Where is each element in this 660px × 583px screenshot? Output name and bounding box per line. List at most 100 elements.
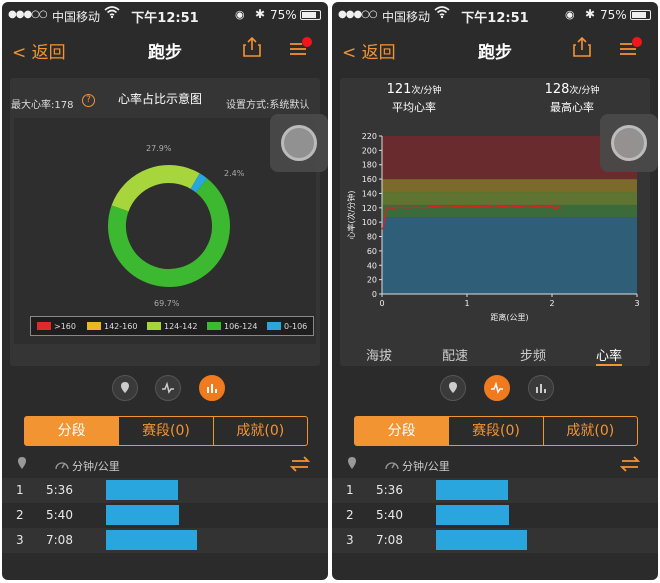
x-tick-label: 0 <box>379 299 384 308</box>
status-bar: ●●●○○ 中国移动 下午12:51 ◉ ✱ 75% <box>332 2 658 30</box>
sort-swap-icon[interactable] <box>288 456 312 472</box>
pace-bar <box>106 480 178 500</box>
right-screen: ●●●○○ 中国移动 下午12:51 ◉ ✱ 75% < 返回 跑步 121次/… <box>332 2 658 580</box>
y-tick-label: 200 <box>362 146 377 155</box>
y-tick-label: 160 <box>362 175 377 184</box>
menu-icon[interactable] <box>618 36 644 60</box>
pace-bar <box>106 505 180 525</box>
donut-slice-124-142 <box>111 165 200 212</box>
x-tick-label: 1 <box>464 299 469 308</box>
help-icon[interactable]: ? <box>82 94 95 107</box>
location-pin-icon <box>18 457 26 469</box>
donut-label-124-142: 27.9% <box>146 144 172 153</box>
tab-heart-rate[interactable]: 心率 <box>596 345 623 366</box>
pulse-icon <box>491 381 503 394</box>
curve-view-button[interactable] <box>155 375 181 401</box>
table-row: 2 5:40 <box>332 503 658 528</box>
map-view-button[interactable] <box>112 375 138 401</box>
y-tick-label: 220 <box>362 132 377 141</box>
splits-header: 分钟/公里 <box>332 456 658 474</box>
curve-view-button[interactable] <box>484 375 510 401</box>
tab-cadence[interactable]: 步频 <box>520 345 546 364</box>
zone-band <box>382 217 637 294</box>
battery-label: 75% <box>600 8 627 22</box>
zone-band <box>382 192 637 205</box>
y-tick-label: 80 <box>367 233 377 242</box>
nav-bar: < 返回 跑步 <box>2 30 328 70</box>
tab-splits[interactable]: 分段 <box>25 417 120 445</box>
legend-swatch <box>37 322 51 330</box>
max-heart-rate: 最大心率:178 <box>11 100 74 111</box>
legend-item: 142-160 <box>87 322 137 331</box>
legend-swatch <box>87 322 101 330</box>
x-axis-label: 距离(公里) <box>490 312 528 322</box>
map-view-button[interactable] <box>440 375 466 401</box>
tab-splits[interactable]: 分段 <box>355 417 450 445</box>
chart-title: 心率占比示意图 <box>118 92 203 106</box>
y-tick-label: 120 <box>362 204 377 213</box>
average-heart-rate: 121次/分钟 平均心率 <box>386 82 442 114</box>
share-icon[interactable] <box>572 36 592 58</box>
splits-list: 1 5:36 2 5:40 3 7:08 <box>332 478 658 553</box>
curve-tabs: 海拔 配速 步频 心率 <box>332 344 658 366</box>
stats-view-button[interactable] <box>199 375 225 401</box>
splits-list: 1 5:36 2 5:40 3 7:08 <box>2 478 328 553</box>
location-pin-icon <box>348 457 356 469</box>
x-tick-label: 2 <box>549 299 554 308</box>
stats-view-button[interactable] <box>528 375 554 401</box>
splits-header: 分钟/公里 <box>2 456 328 474</box>
table-row: 3 7:08 <box>332 528 658 553</box>
legend-swatch <box>207 322 221 330</box>
tab-race-segments[interactable]: 赛段(0) <box>119 417 214 445</box>
menu-icon[interactable] <box>288 36 314 60</box>
legend-item: 106-124 <box>207 322 257 331</box>
y-tick-label: 0 <box>372 290 377 299</box>
legend-item: 124-142 <box>147 322 197 331</box>
x-tick-label: 3 <box>634 299 639 308</box>
bar-chart-icon <box>536 384 546 393</box>
pulse-icon <box>162 381 174 394</box>
donut-legend: >160 142-160 124-142 106-124 0-106 <box>30 316 314 336</box>
rotation-lock-icon: ◉ <box>235 8 245 21</box>
left-screen: ●●●○○ 中国移动 下午12:51 ◉ ✱ 75% < 返回 跑步 最大心率:… <box>2 2 328 580</box>
legend-swatch <box>267 322 281 330</box>
share-icon[interactable] <box>242 36 262 58</box>
location-pin-icon <box>449 382 457 393</box>
tab-achievements[interactable]: 成就(0) <box>214 417 307 445</box>
assistive-touch-button[interactable] <box>600 114 658 172</box>
tab-pace[interactable]: 配速 <box>442 345 468 364</box>
segment-tabs: 分段 赛段(0) 成就(0) <box>24 416 308 446</box>
sort-swap-icon[interactable] <box>618 456 642 472</box>
tab-race-segments[interactable]: 赛段(0) <box>449 417 544 445</box>
assistive-touch-icon <box>281 125 317 161</box>
y-axis-label: 心率(次/分钟) <box>346 191 356 240</box>
speedometer-icon <box>385 462 399 470</box>
legend-item: >160 <box>37 322 76 331</box>
assistive-touch-icon <box>611 125 647 161</box>
pace-bar <box>106 530 198 550</box>
legend-swatch <box>147 322 161 330</box>
y-tick-label: 180 <box>362 161 377 170</box>
table-row: 3 7:08 <box>2 528 328 553</box>
rotation-lock-icon: ◉ <box>565 8 575 21</box>
zone-band <box>382 179 637 193</box>
status-bar: ●●●○○ 中国移动 下午12:51 ◉ ✱ 75% <box>2 2 328 30</box>
table-row: 2 5:40 <box>2 503 328 528</box>
bluetooth-icon: ✱ <box>585 7 596 21</box>
donut-label-106-124: 69.7% <box>154 299 180 308</box>
bar-chart-icon <box>207 384 217 393</box>
battery-icon <box>300 10 321 20</box>
pace-bar <box>436 505 510 525</box>
max-heart-rate: 128次/分钟 最高心率 <box>544 82 600 114</box>
assistive-touch-button[interactable] <box>270 114 328 172</box>
table-row: 1 5:36 <box>2 478 328 503</box>
page-title: 跑步 <box>148 43 182 63</box>
y-tick-label: 40 <box>367 261 377 270</box>
y-tick-label: 100 <box>362 218 377 227</box>
tab-achievements[interactable]: 成就(0) <box>544 417 637 445</box>
tab-altitude[interactable]: 海拔 <box>366 345 392 364</box>
page-title: 跑步 <box>478 43 512 63</box>
y-tick-label: 140 <box>362 189 377 198</box>
location-pin-icon <box>121 382 129 393</box>
pace-bar <box>436 530 528 550</box>
